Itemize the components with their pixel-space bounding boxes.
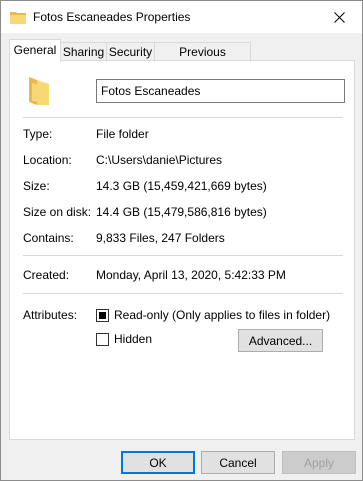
created-value: Monday, April 13, 2020, 5:42:33 PM (96, 268, 286, 282)
tab-sharing[interactable]: Sharing (60, 42, 107, 61)
folder-name-field[interactable]: Fotos Escaneades (96, 79, 345, 103)
tab-previous-versions[interactable]: Previous Versions (154, 42, 251, 73)
hidden-label[interactable]: Hidden (114, 332, 152, 346)
divider (23, 293, 343, 294)
close-icon (333, 11, 345, 23)
size-value: 14.3 GB (15,459,421,669 bytes) (96, 179, 267, 193)
location-label: Location: (23, 153, 72, 167)
divider (23, 255, 343, 256)
readonly-label[interactable]: Read-only (Only applies to files in fold… (114, 308, 330, 322)
created-label: Created: (23, 268, 70, 282)
cancel-button[interactable]: Cancel (201, 451, 275, 474)
ok-button[interactable]: OK (121, 451, 195, 474)
advanced-button[interactable]: Advanced... (238, 329, 323, 352)
tab-general[interactable]: General (9, 39, 61, 62)
location-value: C:\Users\danie\Pictures (96, 153, 223, 167)
contains-label: Contains: (23, 231, 74, 245)
attributes-label: Attributes: (23, 308, 78, 322)
properties-dialog: Fotos Escaneades Properties General Shar… (0, 0, 363, 481)
folder-icon (27, 77, 51, 105)
hidden-checkbox[interactable] (96, 333, 109, 346)
title-bar: Fotos Escaneades Properties (1, 1, 362, 33)
type-value: File folder (96, 127, 149, 141)
general-panel: Fotos Escaneades Type: File folder Locat… (9, 60, 355, 440)
divider (23, 117, 343, 118)
window-title: Fotos Escaneades Properties (33, 10, 191, 24)
close-button[interactable] (316, 1, 362, 33)
apply-button[interactable]: Apply (282, 451, 356, 474)
size-label: Size: (23, 179, 50, 193)
tab-security[interactable]: Security (106, 42, 155, 61)
type-label: Type: (23, 127, 53, 141)
folder-icon (10, 10, 26, 24)
readonly-checkbox[interactable] (96, 309, 109, 322)
size-on-disk-label: Size on disk: (23, 205, 92, 219)
contains-value: 9,833 Files, 247 Folders (96, 231, 225, 245)
size-on-disk-value: 14.4 GB (15,479,586,816 bytes) (96, 205, 267, 219)
